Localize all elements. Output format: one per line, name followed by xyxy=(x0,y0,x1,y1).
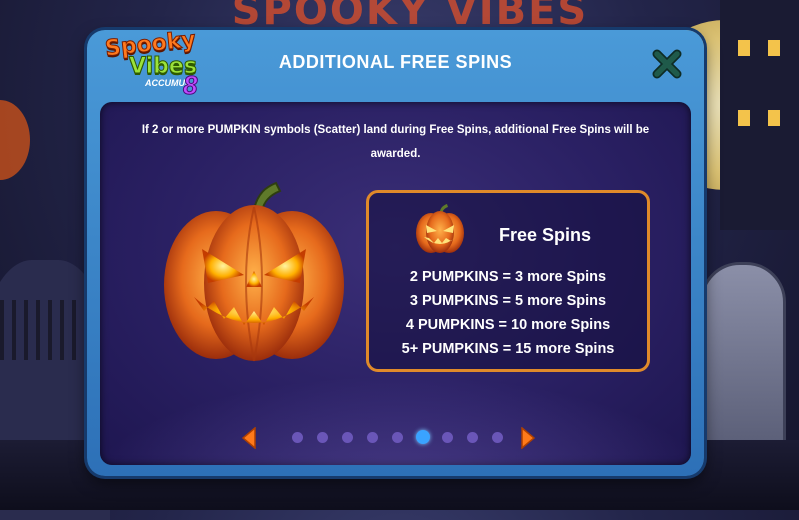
page-dot[interactable] xyxy=(342,432,353,443)
next-page-button[interactable] xyxy=(520,426,536,450)
paytable-row: 5+ PUMPKINS = 15 more Spins xyxy=(401,341,615,357)
paytable-row: 2 PUMPKINS = 3 more Spins xyxy=(409,269,607,285)
panel-title: ADDITIONAL FREE SPINS xyxy=(278,52,513,72)
pumpkin-scatter-icon xyxy=(416,204,464,253)
page-dot[interactable] xyxy=(367,432,378,443)
free-spins-paytable: 2 PUMPKINS = 3 more Spins 3 PUMPKINS = 5… xyxy=(369,265,647,361)
background-pumpkin xyxy=(0,100,30,180)
jack-o-lantern-icon xyxy=(164,181,344,362)
page-dot[interactable] xyxy=(442,432,453,443)
page-dot[interactable] xyxy=(392,432,403,443)
page-dot[interactable] xyxy=(467,432,478,443)
page-dot[interactable] xyxy=(317,432,328,443)
rule-description: If 2 or more PUMPKIN symbols (Scatter) l… xyxy=(141,124,650,160)
close-icon xyxy=(652,49,682,79)
background-game-logo: SPOOKY VIBES xyxy=(231,0,589,34)
logo-line-8: 8 xyxy=(182,70,198,101)
previous-page-button[interactable] xyxy=(241,426,257,450)
free-spins-info-box: Free Spins 2 PUMPKINS = 3 more Spins 3 P… xyxy=(366,190,650,372)
panel-content: If 2 or more PUMPKIN symbols (Scatter) l… xyxy=(100,102,691,465)
page-dot[interactable] xyxy=(292,432,303,443)
background-fence xyxy=(0,300,90,360)
tombstone-background xyxy=(700,262,786,448)
paytable-row: 3 PUMPKINS = 5 more Spins xyxy=(409,293,607,309)
free-spins-title: Free Spins xyxy=(499,225,592,245)
chevron-right-icon xyxy=(521,426,536,450)
paytable-panel: Spooky Vibes ACCUMUL 8 ADDITIONAL FREE S… xyxy=(87,27,704,476)
page-navigation xyxy=(100,426,691,450)
paytable-row: 4 PUMPKINS = 10 more Spins xyxy=(405,317,611,333)
page-dot[interactable] xyxy=(492,432,503,443)
haunted-house-background xyxy=(720,0,799,230)
page-dot-active[interactable] xyxy=(415,430,430,444)
chevron-left-icon xyxy=(241,426,256,450)
close-button[interactable] xyxy=(650,47,684,81)
